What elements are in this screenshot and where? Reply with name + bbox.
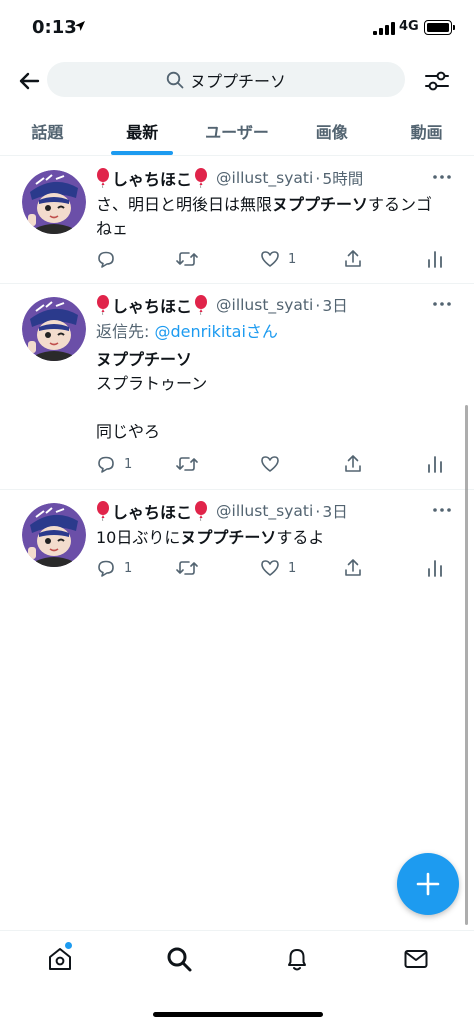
home-indicator[interactable] — [153, 1012, 323, 1017]
search-icon — [166, 71, 184, 88]
share-button[interactable] — [343, 248, 363, 270]
reply-to-line: 返信先: @denrikitaiさん — [96, 322, 278, 341]
search-input[interactable]: ヌププチーソ — [47, 62, 405, 97]
balloon-icon — [195, 501, 208, 521]
retweet-button[interactable] — [176, 248, 198, 270]
reply-icon — [98, 456, 114, 473]
retweet-button[interactable] — [176, 557, 198, 579]
reply-icon — [98, 560, 114, 577]
bell-icon — [288, 949, 306, 971]
retweet-icon — [176, 457, 198, 471]
nav-search[interactable] — [165, 945, 193, 973]
reply-button[interactable]: 1 — [96, 453, 132, 475]
tweet-text: 返信先: @denrikitaiさん ヌププチーソ スプラトゥーン 同じやろ — [96, 320, 446, 444]
scroll-indicator[interactable] — [465, 405, 468, 925]
nav-notifications[interactable] — [283, 945, 311, 973]
more-options-icon[interactable] — [432, 506, 452, 514]
signal-icon — [373, 22, 395, 35]
author-name[interactable]: しゃちほこ — [96, 499, 208, 523]
tweet-item[interactable]: しゃちほこ @illust_syati · 3日 返信先: @denrikita… — [0, 284, 474, 490]
more-options-icon[interactable] — [432, 173, 452, 181]
search-query: ヌププチーソ — [189, 71, 286, 91]
analytics-icon — [428, 560, 442, 577]
heart-icon — [261, 560, 279, 576]
analytics-button[interactable] — [426, 557, 444, 579]
author-name[interactable]: しゃちほこ — [96, 293, 208, 317]
retweet-icon — [176, 252, 198, 266]
tweet-time[interactable]: 3日 — [322, 500, 347, 522]
nav-messages[interactable] — [402, 945, 430, 973]
tweet-time[interactable]: 3日 — [322, 294, 347, 316]
balloon-icon — [97, 295, 109, 315]
author-handle[interactable]: @illust_syati — [216, 296, 313, 314]
share-icon — [345, 455, 361, 472]
balloon-icon — [97, 168, 109, 188]
mail-icon — [404, 950, 428, 968]
tweet-actions: 1 — [96, 248, 444, 270]
share-icon — [345, 559, 361, 576]
tab-latest[interactable]: 最新 — [95, 106, 190, 155]
status-bar: 0:13 4G — [0, 0, 474, 56]
plus-icon — [416, 872, 440, 896]
avatar[interactable] — [22, 170, 86, 234]
analytics-button[interactable] — [426, 248, 444, 270]
nav-home[interactable] — [46, 942, 74, 973]
retweet-button[interactable] — [176, 453, 198, 475]
reply-icon — [98, 251, 114, 268]
separator-dot: · — [315, 501, 321, 521]
retweet-icon — [176, 561, 198, 575]
notification-dot — [65, 942, 72, 949]
heart-icon — [261, 456, 279, 472]
location-arrow-icon — [75, 21, 85, 31]
bottom-nav — [0, 930, 474, 1025]
search-tabs: 話題 最新 ユーザー 画像 動画 — [0, 106, 474, 156]
search-header: ヌププチーソ — [0, 56, 474, 106]
author-handle[interactable]: @illust_syati — [216, 502, 313, 520]
search-icon — [167, 947, 192, 972]
author-handle[interactable]: @illust_syati — [216, 169, 313, 187]
tweet-time[interactable]: 5時間 — [322, 167, 363, 189]
tweet-item[interactable]: しゃちほこ @illust_syati · 5時間 さ、明日と明後日は無限ヌププ… — [0, 157, 474, 284]
like-button[interactable] — [260, 453, 288, 475]
avatar[interactable] — [22, 503, 86, 567]
back-arrow-icon[interactable] — [14, 66, 44, 96]
separator-dot: · — [315, 168, 321, 188]
tweet-text: さ、明日と明後日は無限ヌププチーソするンゴねェ — [96, 195, 433, 238]
mention-link[interactable]: @denrikitaiさん — [154, 322, 277, 341]
author-name[interactable]: しゃちほこ — [96, 166, 208, 190]
analytics-icon — [428, 456, 442, 473]
home-icon — [49, 948, 71, 970]
tab-users[interactable]: ユーザー — [190, 106, 285, 155]
share-button[interactable] — [343, 557, 363, 579]
more-options-icon[interactable] — [432, 300, 452, 308]
reply-button[interactable]: 1 — [96, 557, 132, 579]
tweet-item[interactable]: しゃちほこ @illust_syati · 3日 10日ぶりにヌププチーソするよ… — [0, 490, 474, 594]
balloon-icon — [195, 168, 208, 188]
balloon-icon — [97, 501, 109, 521]
tab-trending[interactable]: 話題 — [0, 106, 95, 155]
compose-tweet-button[interactable] — [397, 853, 459, 915]
status-time: 0:13 — [32, 17, 77, 38]
analytics-button[interactable] — [426, 453, 444, 475]
reply-button[interactable] — [96, 248, 124, 270]
tab-images[interactable]: 画像 — [284, 106, 379, 155]
search-filter-icon[interactable] — [422, 66, 452, 96]
avatar[interactable] — [22, 297, 86, 361]
share-icon — [345, 250, 361, 267]
network-label: 4G — [399, 19, 419, 34]
battery-icon — [424, 20, 455, 35]
analytics-icon — [428, 251, 442, 268]
separator-dot: · — [315, 295, 321, 315]
tweet-actions: 1 — [96, 453, 444, 475]
tweet-text: 10日ぶりにヌププチーソするよ — [96, 528, 325, 547]
like-button[interactable]: 1 — [260, 557, 296, 579]
tweet-actions: 1 1 — [96, 557, 444, 579]
share-button[interactable] — [343, 453, 363, 475]
heart-icon — [261, 251, 279, 267]
like-button[interactable]: 1 — [260, 248, 296, 270]
tab-videos[interactable]: 動画 — [379, 106, 474, 155]
balloon-icon — [195, 295, 208, 315]
